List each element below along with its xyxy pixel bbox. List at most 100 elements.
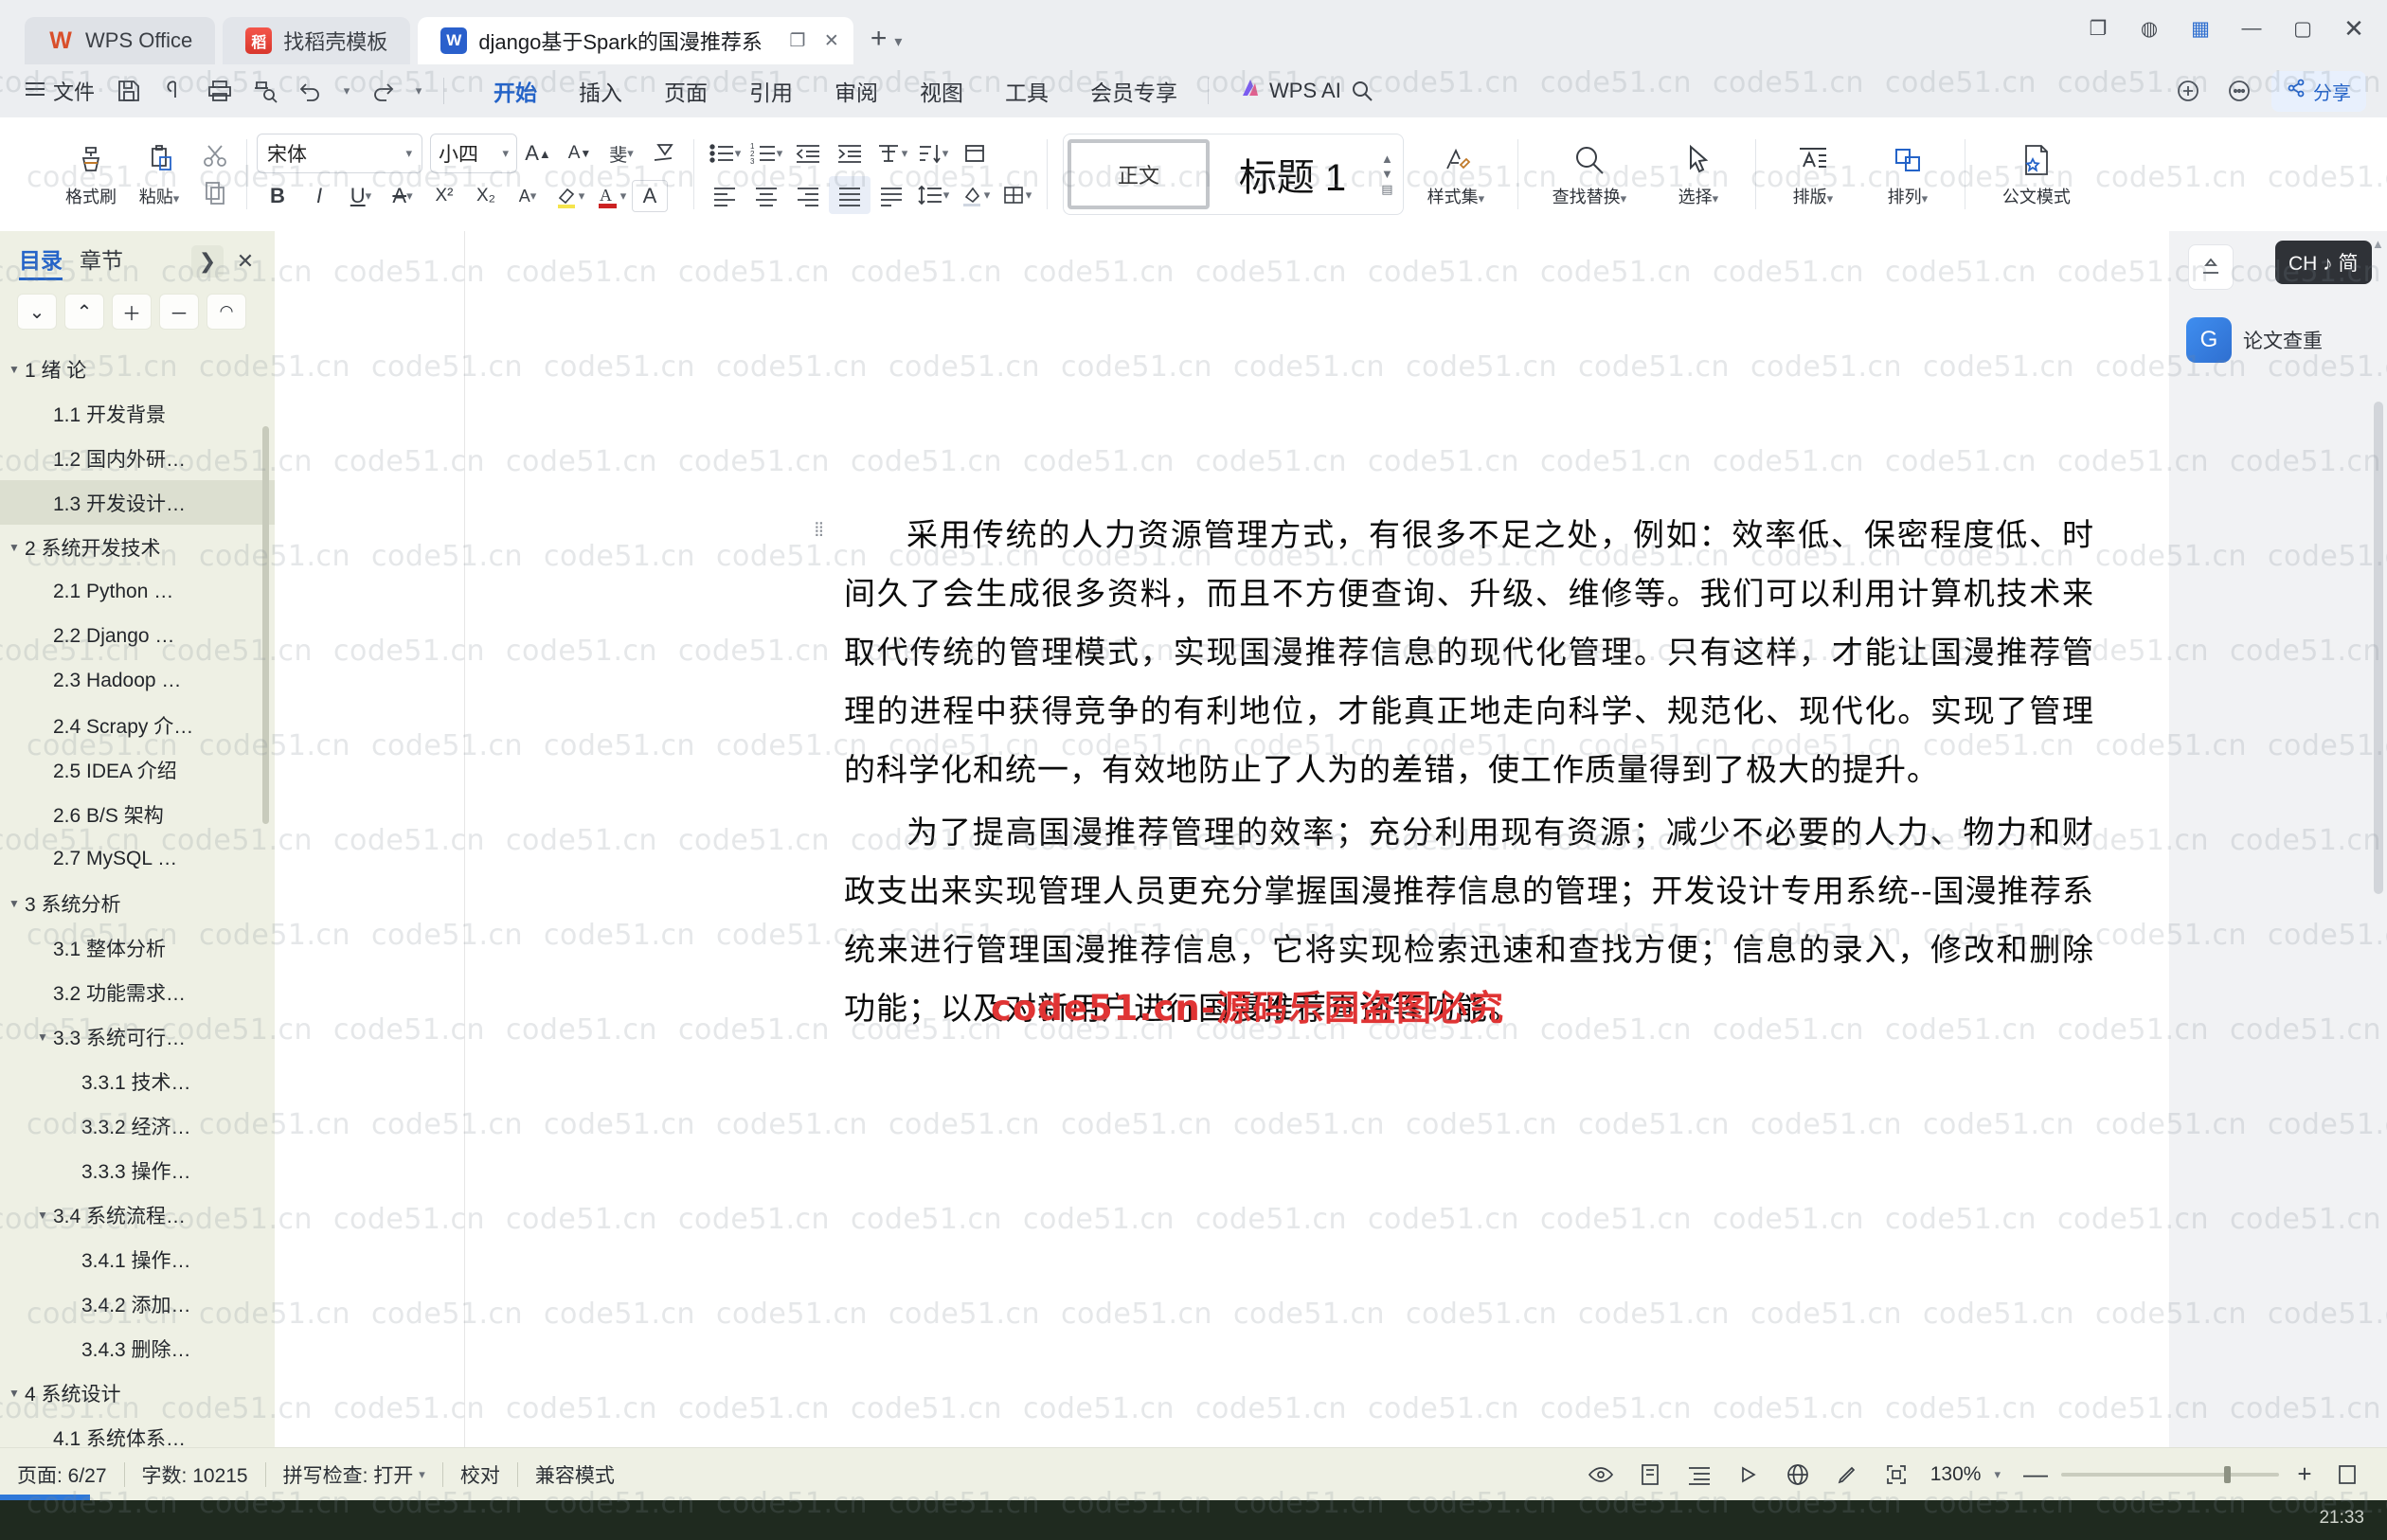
ribbon-tab-start[interactable]: 开始 xyxy=(473,69,558,113)
outline-view-icon[interactable] xyxy=(1677,1456,1722,1494)
cut-icon[interactable] xyxy=(193,137,237,173)
sidebar-scrollbar[interactable] xyxy=(262,426,269,824)
borders-icon[interactable]: ▾ xyxy=(996,176,1037,214)
shrink-font-icon[interactable]: A ▼ xyxy=(559,134,601,172)
zoom-slider[interactable]: — + xyxy=(2014,1459,2321,1489)
select-button[interactable]: 选择▾ xyxy=(1651,138,1746,210)
outline-node[interactable]: ▼ 3.3 系统可行… xyxy=(0,1014,275,1059)
scroll-down-icon[interactable]: ▼ xyxy=(1381,167,1393,181)
zoom-track[interactable] xyxy=(2061,1465,2279,1483)
word-count[interactable]: 字数: 10215 xyxy=(125,1460,265,1489)
sidebar-tab-chapters[interactable]: 章节 xyxy=(80,242,123,280)
outline-node[interactable]: 3.3.3 操作… xyxy=(0,1148,275,1192)
document-page[interactable]: ⣿ 采用传统的人力资源管理方式，有很多不足之处，例如：效率低、保密程度低、时间久… xyxy=(465,231,2170,1487)
expand-gallery-icon[interactable]: ▤ xyxy=(1381,182,1392,197)
subscript-button[interactable]: X₂ xyxy=(465,177,507,215)
scrollbar-thumb[interactable] xyxy=(2374,402,2383,894)
eye-icon[interactable] xyxy=(1578,1456,1624,1494)
style-heading-1[interactable]: 标题 1 xyxy=(1210,139,1375,209)
outline-node[interactable]: 2.2 Django … xyxy=(0,614,275,658)
strikethrough-icon[interactable]: A ▾ xyxy=(382,177,423,215)
outline-node[interactable]: ▼ 1 绪 论 xyxy=(0,347,275,391)
print-icon[interactable] xyxy=(199,72,241,110)
char-shading-icon[interactable]: A xyxy=(632,180,668,212)
print-preview-icon[interactable] xyxy=(244,72,286,110)
cloud-save-icon[interactable] xyxy=(153,72,195,110)
zoom-level[interactable]: 130% xyxy=(1923,1463,1982,1486)
new-tab-button[interactable]: + xyxy=(870,23,888,55)
split-view-icon[interactable]: ❐ xyxy=(2074,7,2122,50)
outline-node[interactable]: 2.3 Hadoop … xyxy=(0,658,275,703)
minus-icon[interactable]: － xyxy=(159,294,199,330)
increase-indent-icon[interactable] xyxy=(829,134,870,172)
font-size-select[interactable]: 小四 ▾ xyxy=(430,134,517,173)
document-scrollbar[interactable] xyxy=(2374,231,2383,1487)
align-center-icon[interactable] xyxy=(745,176,787,214)
document-text[interactable]: 采用传统的人力资源管理方式，有很多不足之处，例如：效率低、保密程度低、时间久了会… xyxy=(844,506,2094,1042)
numbered-list-icon[interactable]: 1 2 3 ▾ xyxy=(745,134,787,172)
file-menu-button[interactable]: 文件 xyxy=(15,72,104,110)
level-icon[interactable]: ◠ xyxy=(206,294,246,330)
char-border-icon[interactable]: A ▾ xyxy=(507,177,548,215)
outline-node[interactable]: 2.6 B/S 架构 xyxy=(0,792,275,836)
fullscreen-icon[interactable] xyxy=(1874,1456,1919,1494)
outline-node[interactable]: ▼ 2 系统开发技术 xyxy=(0,525,275,569)
plus-icon[interactable]: ＋ xyxy=(112,294,152,330)
bold-button[interactable]: B xyxy=(257,177,298,215)
style-normal[interactable]: 正文 xyxy=(1068,139,1210,209)
outline-node[interactable]: 3.3.2 经济… xyxy=(0,1103,275,1148)
tab-close-icon[interactable]: ✕ xyxy=(819,28,844,53)
outline-toggle-icon[interactable]: ▼ xyxy=(4,541,25,554)
superscript-button[interactable]: X² xyxy=(423,177,465,215)
pinyin-guide-icon[interactable]: 斐 ▾ xyxy=(601,134,642,172)
undo-icon[interactable] xyxy=(290,72,332,110)
outline-node[interactable]: ▼ 4 系统设计 xyxy=(0,1370,275,1415)
proofread-button[interactable]: 校对 xyxy=(443,1460,517,1489)
outline-node[interactable]: 3.4.2 添加… xyxy=(0,1281,275,1326)
arrange-button[interactable]: 排列▾ xyxy=(1860,138,1955,210)
scroll-up-icon[interactable]: ▲ xyxy=(2372,237,2384,251)
align-left-icon[interactable] xyxy=(704,176,745,214)
collapse-up-icon[interactable]: ⌃ xyxy=(64,294,104,330)
underline-button[interactable]: U ▾ xyxy=(340,177,382,215)
ribbon-tab-review[interactable]: 审阅 xyxy=(814,69,899,113)
fit-page-icon[interactable] xyxy=(2324,1456,2370,1494)
page-layout-icon[interactable] xyxy=(1627,1456,1673,1494)
ribbon-tab-reference[interactable]: 引用 xyxy=(728,69,814,113)
line-spacing-icon[interactable]: ▾ xyxy=(912,176,954,214)
maximize-button[interactable]: ▢ xyxy=(2279,7,2326,50)
spell-check-status[interactable]: 拼写检查: 打开 ▾ xyxy=(266,1460,442,1489)
compatibility-mode[interactable]: 兼容模式 xyxy=(518,1460,632,1489)
outline-toggle-icon[interactable]: ▼ xyxy=(4,1387,25,1400)
ribbon-tab-member[interactable]: 会员专享 xyxy=(1069,69,1198,113)
clear-format-icon[interactable] xyxy=(642,134,684,172)
outline-node[interactable]: ▼ 3 系统分析 xyxy=(0,881,275,925)
screen-capture-icon[interactable]: ▦ xyxy=(2177,7,2224,50)
search-icon[interactable] xyxy=(1341,72,1383,110)
paste-button[interactable]: 粘贴▾ xyxy=(125,138,193,210)
decrease-indent-icon[interactable] xyxy=(787,134,829,172)
style-gallery[interactable]: 正文 标题 1 ▲ ▼ ▤ xyxy=(1063,134,1404,215)
scroll-up-icon[interactable]: ▲ xyxy=(1381,152,1393,166)
close-button[interactable]: ✕ xyxy=(2330,7,2378,50)
outline-toggle-icon[interactable]: ▼ xyxy=(4,897,25,910)
align-distributed-icon[interactable] xyxy=(870,176,912,214)
format-painter-button[interactable]: 格式刷 xyxy=(57,138,125,210)
outline-node[interactable]: 3.4.1 操作… xyxy=(0,1237,275,1281)
outline-node[interactable]: 3.3.1 技术… xyxy=(0,1059,275,1103)
page-indicator[interactable]: 页面: 6/27 xyxy=(0,1460,124,1489)
save-icon[interactable] xyxy=(108,72,150,110)
bullet-list-icon[interactable]: ▾ xyxy=(704,134,745,172)
undo-dropdown-icon[interactable]: ▾ xyxy=(335,72,358,110)
style-set-button[interactable]: 样式集▾ xyxy=(1404,138,1508,210)
show-marks-icon[interactable] xyxy=(954,134,996,172)
redo-dropdown-icon[interactable]: ▾ xyxy=(407,72,430,110)
zoom-in-button[interactable]: + xyxy=(2288,1459,2321,1489)
sort-icon[interactable]: ▾ xyxy=(912,134,954,172)
window-tab-wps-office[interactable]: W WPS Office xyxy=(25,17,216,64)
outline-toggle-icon[interactable]: ▼ xyxy=(32,1209,53,1222)
zoom-dropdown-icon[interactable]: ▾ xyxy=(1984,1467,2010,1482)
tab-list-chevron-icon[interactable]: ▾ xyxy=(894,32,902,51)
outline-node[interactable]: 2.1 Python … xyxy=(0,569,275,614)
window-tab-document[interactable]: W django基于Spark的国漫推荐系 ❐ ✕ xyxy=(418,17,853,64)
